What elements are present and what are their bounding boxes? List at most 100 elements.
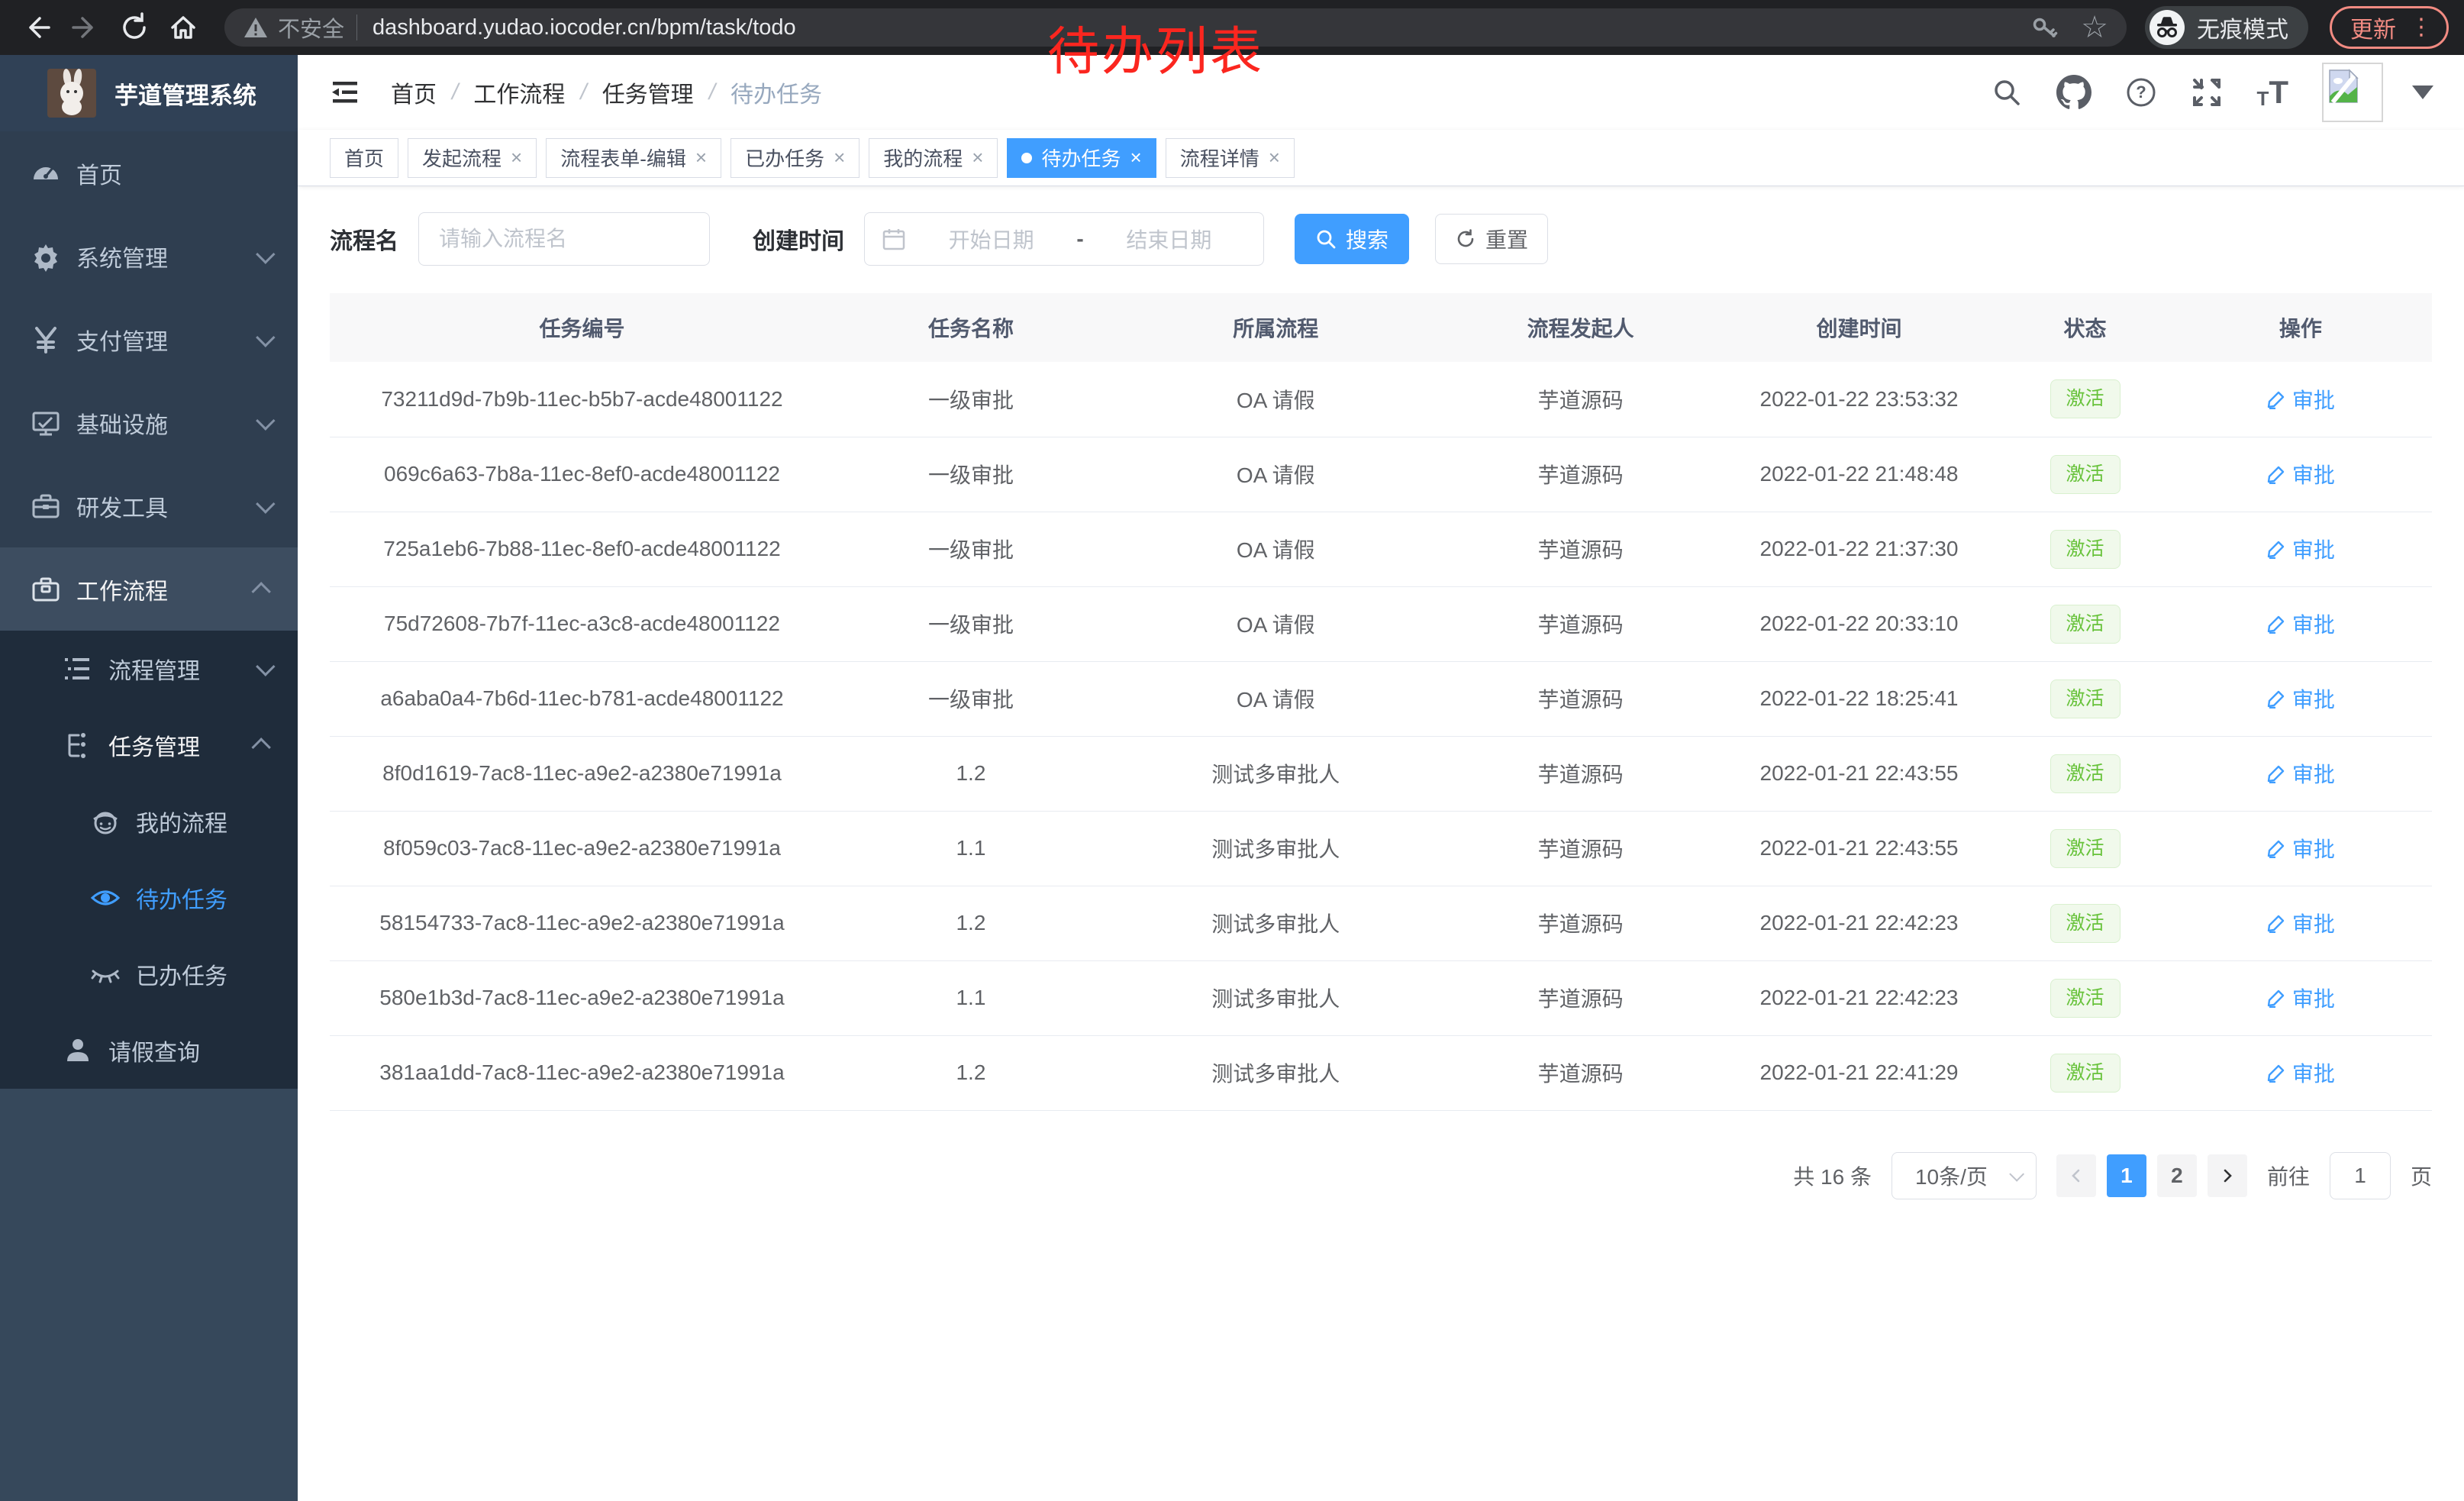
approve-link[interactable]: 审批 <box>2266 683 2335 714</box>
app-title: 芋道管理系统 <box>114 76 256 111</box>
help-icon[interactable]: ? <box>2125 76 2157 108</box>
create-time-cell: 2022-01-22 18:25:41 <box>1717 661 2001 736</box>
sidebar-collapse-icon[interactable] <box>328 77 362 108</box>
task-name-cell: 一级审批 <box>834 512 1108 586</box>
close-icon[interactable]: × <box>695 146 707 169</box>
browser-reload-button[interactable] <box>113 6 156 49</box>
tab-home[interactable]: 首页 <box>330 138 398 178</box>
approve-link[interactable]: 审批 <box>2266 1057 2335 1088</box>
table-header-row: 任务编号 任务名称 所属流程 流程发起人 创建时间 状态 操作 <box>330 293 2432 362</box>
table-row: 73211d9d-7b9b-11ec-b5b7-acde48001122 一级审… <box>330 362 2432 437</box>
browser-update-button[interactable]: 更新 ⋮ <box>2330 6 2449 49</box>
task-id-cell: 8f059c03-7ac8-11ec-a9e2-a2380e71991a <box>330 811 834 886</box>
sidebar-item-my-process[interactable]: 我的流程 <box>0 783 298 860</box>
approve-link[interactable]: 审批 <box>2266 983 2335 1013</box>
create-time-cell: 2022-01-22 21:37:30 <box>1717 512 2001 586</box>
approve-link[interactable]: 审批 <box>2266 384 2335 415</box>
close-icon[interactable]: × <box>1269 146 1280 169</box>
browser-forward-button[interactable] <box>64 6 107 49</box>
table-row: 069c6a63-7b8a-11ec-8ef0-acde48001122 一级审… <box>330 437 2432 512</box>
avatar-dropdown-caret[interactable] <box>2412 86 2433 99</box>
tab-todo-tasks[interactable]: 待办任务× <box>1007 138 1156 178</box>
tab-form-edit[interactable]: 流程表单-编辑× <box>546 138 721 178</box>
task-name-cell: 一级审批 <box>834 362 1108 437</box>
header-search-icon[interactable] <box>1991 76 2023 108</box>
breadcrumb-task-management[interactable]: 任务管理 <box>602 76 694 109</box>
page-unit-label: 页 <box>2411 1160 2432 1191</box>
approve-link[interactable]: 审批 <box>2266 908 2335 938</box>
key-icon[interactable] <box>2030 13 2059 42</box>
logo-avatar <box>47 69 96 118</box>
close-icon[interactable]: × <box>834 146 845 169</box>
active-tab-dot <box>1021 153 1032 163</box>
breadcrumb-home[interactable]: 首页 <box>391 76 437 109</box>
chevron-down-icon <box>256 657 275 676</box>
sidebar-item-leave-query[interactable]: 请假查询 <box>0 1012 298 1089</box>
process-cell: OA 请假 <box>1108 437 1444 512</box>
sidebar-item-process-management[interactable]: 流程管理 <box>0 631 298 707</box>
search-button[interactable]: 搜索 <box>1295 214 1409 264</box>
sidebar-item-dev-tools[interactable]: 研发工具 <box>0 464 298 547</box>
approve-link[interactable]: 审批 <box>2266 758 2335 789</box>
app-logo-row[interactable]: 芋道管理系统 <box>0 55 298 131</box>
font-size-icon[interactable]: TT <box>2256 76 2288 108</box>
create-time-cell: 2022-01-21 22:43:55 <box>1717 811 2001 886</box>
address-bar[interactable]: 不安全 dashboard.yudao.iocoder.cn/bpm/task/… <box>224 8 2127 47</box>
task-name-cell: 1.2 <box>834 736 1108 811</box>
page-size-select[interactable]: 10条/页 <box>1892 1152 2037 1199</box>
sidebar-item-done-tasks[interactable]: 已办任务 <box>0 936 298 1012</box>
starter-cell: 芋道源码 <box>1444 661 1717 736</box>
next-page-button[interactable] <box>2208 1154 2247 1197</box>
browser-home-button[interactable] <box>162 6 205 49</box>
url-divider <box>356 15 357 40</box>
reset-button[interactable]: 重置 <box>1435 214 1548 264</box>
tab-done-tasks[interactable]: 已办任务× <box>730 138 859 178</box>
sidebar-item-workflow[interactable]: 工作流程 <box>0 547 298 631</box>
status-badge: 激活 <box>2050 379 2121 418</box>
total-count: 共 16 条 <box>1793 1160 1872 1191</box>
close-icon[interactable]: × <box>972 146 983 169</box>
approve-link[interactable]: 审批 <box>2266 459 2335 489</box>
date-range-picker[interactable]: 开始日期 - 结束日期 <box>864 212 1264 266</box>
task-name-cell: 1.1 <box>834 960 1108 1035</box>
user-avatar[interactable] <box>2322 63 2383 122</box>
browser-back-button[interactable] <box>15 6 58 49</box>
sidebar-item-system[interactable]: 系统管理 <box>0 215 298 298</box>
browser-menu-dots-icon[interactable]: ⋮ <box>2410 16 2433 39</box>
tab-my-process[interactable]: 我的流程× <box>869 138 998 178</box>
calendar-icon <box>882 227 906 251</box>
start-date-placeholder: 开始日期 <box>914 224 1069 254</box>
task-name-cell: 一级审批 <box>834 661 1108 736</box>
starter-cell: 芋道源码 <box>1444 886 1717 960</box>
table-row: 8f059c03-7ac8-11ec-a9e2-a2380e71991a 1.1… <box>330 811 2432 886</box>
prev-page-button[interactable] <box>2056 1154 2096 1197</box>
goto-page-input[interactable] <box>2330 1152 2391 1199</box>
close-icon[interactable]: × <box>1130 146 1142 169</box>
chevron-down-icon <box>2009 1166 2024 1181</box>
tab-start-process[interactable]: 发起流程× <box>408 138 537 178</box>
page-1-button[interactable]: 1 <box>2107 1154 2146 1197</box>
status-badge: 激活 <box>2050 605 2121 644</box>
sidebar-item-payment[interactable]: 支付管理 <box>0 298 298 381</box>
face-icon <box>87 807 124 836</box>
filter-bar: 流程名 创建时间 开始日期 - 结束日期 搜索 重置 <box>330 212 2432 266</box>
task-id-cell: 75d72608-7b7f-11ec-a3c8-acde48001122 <box>330 586 834 661</box>
bookmark-star-icon[interactable]: ☆ <box>2081 12 2108 43</box>
breadcrumb-workflow[interactable]: 工作流程 <box>473 76 565 109</box>
sidebar-item-home[interactable]: 首页 <box>0 131 298 215</box>
tab-process-detail[interactable]: 流程详情× <box>1166 138 1295 178</box>
sidebar-item-todo-tasks[interactable]: 待办任务 <box>0 860 298 936</box>
sidebar-item-infrastructure[interactable]: 基础设施 <box>0 381 298 464</box>
sidebar-item-task-management[interactable]: 任务管理 <box>0 707 298 783</box>
status-badge: 激活 <box>2050 455 2121 494</box>
page-2-button[interactable]: 2 <box>2157 1154 2197 1197</box>
approve-link[interactable]: 审批 <box>2266 833 2335 863</box>
fullscreen-icon[interactable] <box>2191 76 2223 108</box>
close-icon[interactable]: × <box>511 146 522 169</box>
workflow-submenu: 流程管理 任务管理 我的流程 <box>0 631 298 1089</box>
process-name-input[interactable] <box>418 212 710 266</box>
tags-view-bar: 首页 发起流程× 流程表单-编辑× 已办任务× 我的流程× 待办任务× 流程详情… <box>298 130 2464 186</box>
approve-link[interactable]: 审批 <box>2266 608 2335 639</box>
approve-link[interactable]: 审批 <box>2266 534 2335 564</box>
github-icon[interactable] <box>2056 75 2091 110</box>
